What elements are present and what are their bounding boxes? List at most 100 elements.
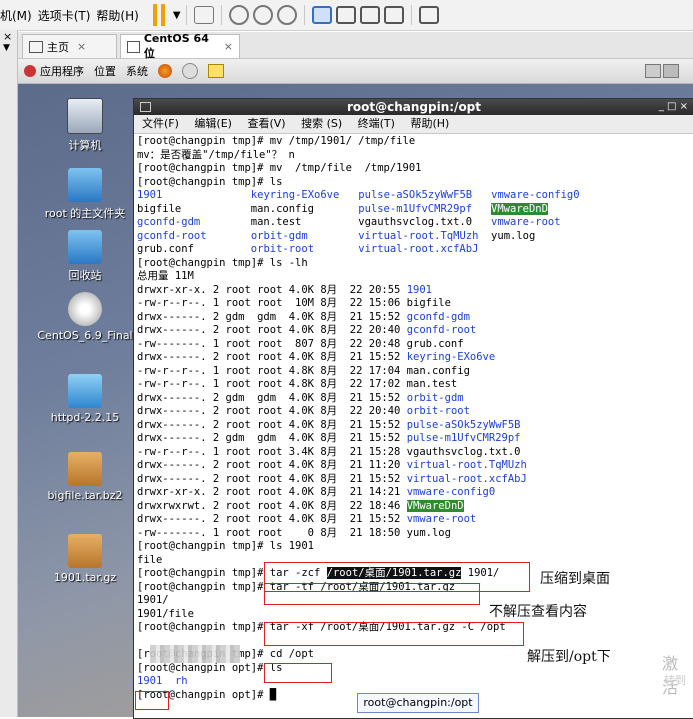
icon-label: 计算机 [68,139,102,152]
home-icon [29,40,43,53]
terminal-menu-file[interactable]: 文件(F) [142,117,179,130]
term-line: 1901/file [137,607,194,620]
icon-label: CentOS_6.9_Final [37,329,133,342]
desktop-icon-1901[interactable]: 1901.tar.gz [30,534,140,584]
term-line: 1901 keyring-EXo6ve pulse-aSOk5zyWwF5B v… [137,189,580,201]
blurred-region [150,645,240,663]
terminal-menubar: 文件(F) 编辑(E) 查看(V) 搜索 (S) 终端(T) 帮助(H) [134,115,693,134]
menu-help[interactable]: 帮助(H) [96,7,144,24]
terminal-icon [140,102,151,112]
icon-label: 回收站 [68,269,102,282]
tab-close-button[interactable]: × [77,40,86,53]
term-line: -rw-r--r--. 1 root root 10M 8月 22 15:06 … [137,297,451,309]
tab-centos[interactable]: CentOS 64 位 × [120,32,240,60]
term-line: -rw-r--r--. 1 root root 4.8K 8月 22 17:04… [137,364,470,377]
menubar: 机(M) 选项卡(T) 帮助(H) ▼ [0,0,693,31]
annotation-extract: 解压到/opt下 [527,649,611,665]
highlight-box [135,691,169,710]
desktop-icon-httpd[interactable]: httpd-2.2.15 [30,374,140,424]
term-line: drwxr-xr-x. 2 root root 4.0K 8月 22 20:55… [137,283,432,296]
icon-label: root 的主文件夹 [44,207,126,220]
term-line: drwx------. 2 gdm gdm 4.0K 8月 21 15:52 g… [137,310,470,323]
term-line: drwx------. 2 root root 4.0K 8月 21 15:52… [137,418,521,431]
term-line: [root@changpin tmp]# ls -lh [137,256,308,269]
term-line: gconfd-root orbit-gdm virtual-root.TqMUz… [137,229,536,242]
term-line: gconfd-gdm man.test vgauthsvclog.txt.0 v… [137,216,561,228]
term-line: -rw-r--r--. 1 root root 4.8K 8月 22 17:02… [137,378,458,390]
applications-icon [24,65,36,77]
term-line: mv：是否覆盖"/tmp/file"？ n [137,148,295,161]
network-icon[interactable] [193,6,214,24]
terminal-titlebar[interactable]: root@changpin:/opt _ □ × [134,99,693,115]
term-line: drwxr-xr-x. 2 root root 4.0K 8月 21 14:21… [137,486,496,498]
term-line: drwx------. 2 root root 4.0K 8月 21 15:52… [137,472,527,485]
computer-icon [67,98,103,134]
view-fullscreen-icon[interactable] [335,6,356,24]
term-line: drwx------. 2 gdm gdm 4.0K 8月 21 15:52 o… [137,391,464,404]
pause-icon[interactable] [146,4,171,26]
highlight-box [264,663,332,683]
term-line: [root@changpin tmp]# mv /tmp/file /tmp/1… [137,162,422,174]
divider [185,5,187,25]
terminal-menu-view[interactable]: 查看(V) [247,117,285,130]
icon-label: bigfile.tar.bz2 [47,489,123,502]
window-controls[interactable]: _ □ × [659,99,688,115]
term-line: drwx------. 2 root root 4.0K 8月 22 20:40… [137,405,470,417]
mail-icon[interactable] [182,63,198,79]
view-stretch-icon[interactable] [383,6,404,24]
highlight-box [264,622,524,646]
terminal-output[interactable]: [root@changpin tmp]# mv /tmp/1901/ /tmp/… [134,134,693,702]
term-line: 总用量 11M [137,270,194,282]
term-line: 1901 rh [137,675,188,687]
firefox-icon[interactable] [158,64,172,78]
desktop-icon-bigfile[interactable]: bigfile.tar.bz2 [30,452,140,502]
term-line: drwx------. 2 root root 4.0K 8月 21 11:20… [137,459,527,471]
view-unity-icon[interactable] [359,6,380,24]
tab-close-button[interactable]: × [224,40,233,53]
menu-system[interactable]: 系统 [126,63,148,79]
tab-label: 主页 [47,40,69,54]
trash-icon [68,230,102,264]
term-line: drwx------. 2 root root 4.0K 8月 22 20:40… [137,324,477,336]
tab-label: CentOS 64 位 [143,32,209,60]
volume-icon[interactable] [663,64,679,78]
term-line: drwx------. 2 gdm gdm 4.0K 8月 21 15:52 p… [137,432,521,444]
term-line: -rw-------. 1 root root 0 8月 21 18:50 yu… [137,526,451,539]
desktop-icon-trash[interactable]: 回收站 [30,230,140,283]
menu-tabs[interactable]: 选项卡(T) [38,7,97,24]
icon-label: 1901.tar.gz [53,571,117,584]
annotation-list: 不解压查看内容 [489,604,587,620]
tab-home[interactable]: 主页 × [22,34,117,58]
library-icon[interactable] [418,6,439,24]
term-line: -rw-------. 1 root root 807 8月 22 20:48 … [137,337,464,350]
terminal-menu-terminal[interactable]: 终端(T) [358,117,395,130]
term-line: [root@changpin tmp]# mv /tmp/1901/ /tmp/… [137,135,416,147]
terminal-menu-edit[interactable]: 编辑(E) [194,117,232,130]
network-status-icon[interactable] [645,64,661,78]
vm-icon [127,40,140,53]
folder-icon [68,374,102,408]
snapshot-icon[interactable] [228,5,249,25]
left-strip: × ▼ [0,30,18,717]
term-line: drwxrwxrwt. 2 root root 4.0K 8月 22 18:46… [137,499,464,512]
taskbar-tooltip: root@changpin:/opt [357,693,479,713]
menu-places[interactable]: 位置 [94,63,116,79]
icon-label: httpd-2.2.15 [50,411,120,424]
notes-icon[interactable] [208,64,224,78]
desktop-icon-home[interactable]: root 的主文件夹 [30,168,140,221]
tab-bar: 主页 × CentOS 64 位 × [18,32,693,60]
menu-applications[interactable]: 应用程序 [40,63,84,79]
close-icon[interactable]: × [0,30,17,43]
terminal-menu-search[interactable]: 搜索 (S) [301,117,342,130]
desktop-icon-computer[interactable]: 计算机 [30,98,140,153]
snapshot-restore-icon[interactable] [252,5,273,25]
term-line: [root@changpin tmp]# ls 1901 [137,540,315,552]
view-console-icon[interactable] [311,6,332,24]
terminal-menu-help[interactable]: 帮助(H) [410,117,449,130]
menu-machine[interactable]: 机(M) [0,7,38,24]
desktop-icon-dvd[interactable]: CentOS_6.9_Final [30,292,140,342]
chevron-down-icon[interactable]: ▼ [0,43,17,53]
divider [303,5,305,25]
snapshot-manager-icon[interactable] [276,5,297,25]
dropdown-icon[interactable]: ▼ [173,10,181,21]
